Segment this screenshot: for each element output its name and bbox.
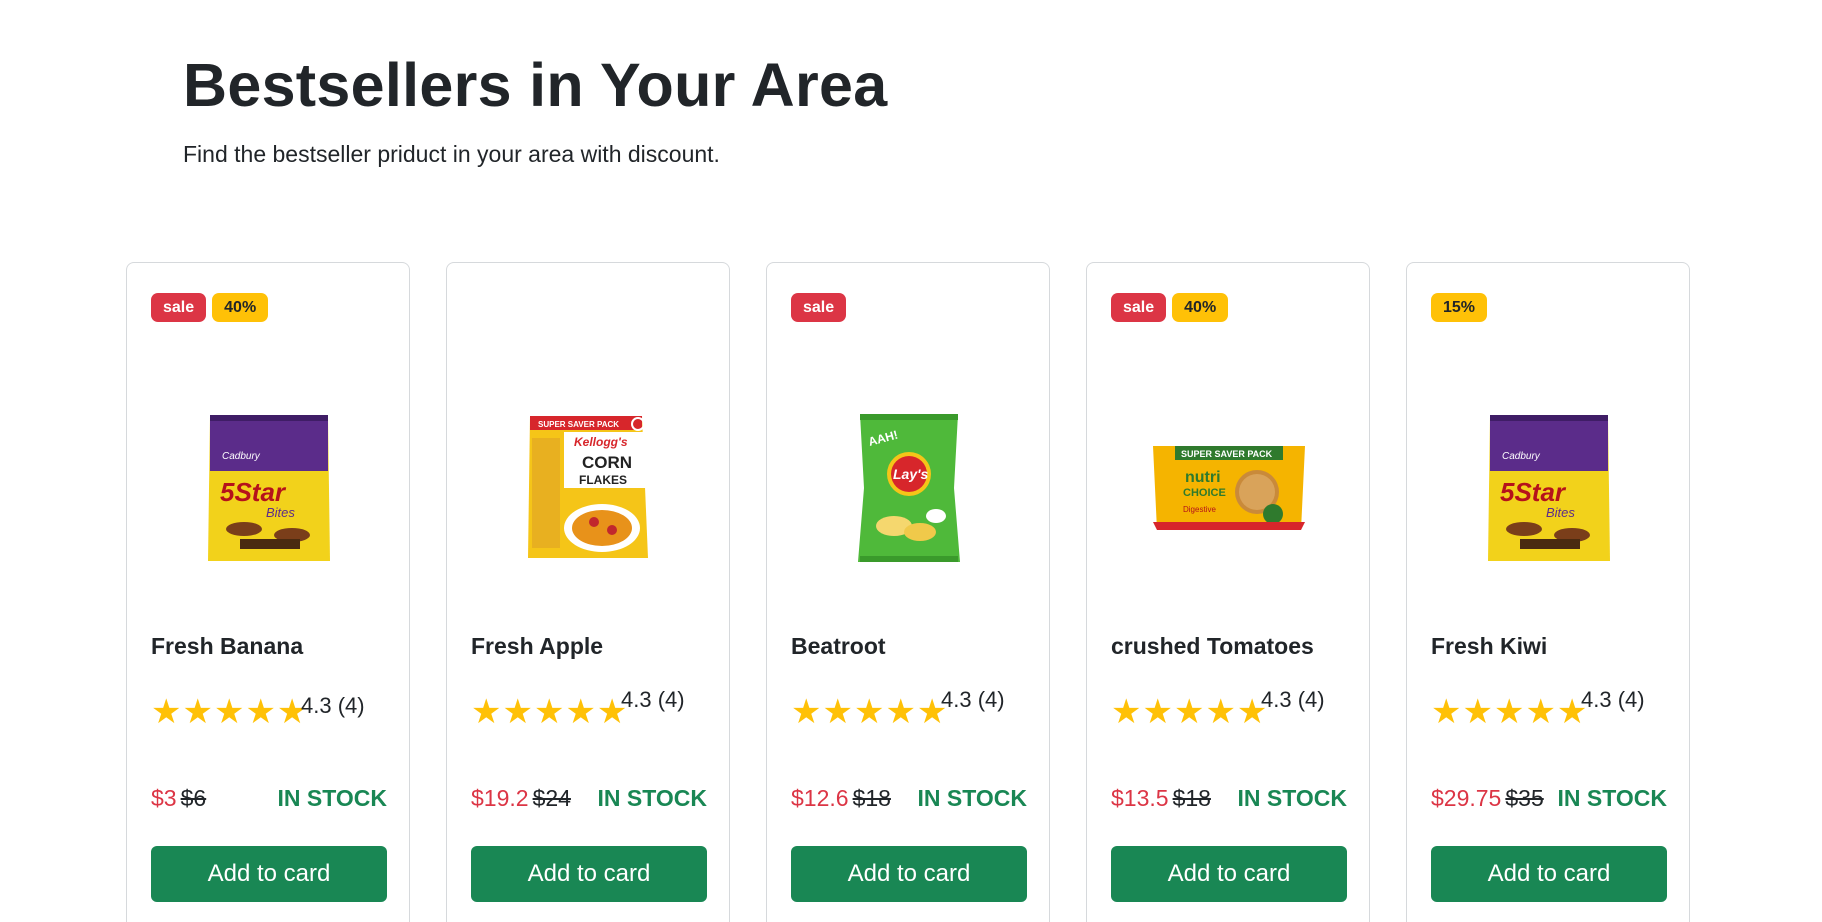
section-header: Bestsellers in Your Area Find the bestse… <box>183 48 888 169</box>
badge-group: sale 40% <box>151 293 269 323</box>
star-rating-icon: ★★★★★ <box>791 692 949 732</box>
product-card: sale 40% SUPER SAVER PACK nutri CHOICE D… <box>1086 262 1370 922</box>
page-title: Bestsellers in Your Area <box>183 51 888 119</box>
badge-group: 15% <box>1431 293 1488 323</box>
add-to-cart-button[interactable]: Add to card <box>1431 846 1667 902</box>
corn-flakes-pack-image: SUPER SAVER PACK Kellogg's CORN FLAKES <box>528 416 648 558</box>
svg-text:nutri: nutri <box>1185 469 1221 486</box>
rating-value: 4.3 (4) <box>1261 687 1325 712</box>
sale-badge: sale <box>151 293 207 322</box>
rating-value: 4.3 (4) <box>301 693 365 718</box>
original-price: $18 <box>852 785 891 811</box>
product-image[interactable]: Cadbury 5Star Bites <box>127 403 411 573</box>
stock-status: IN STOCK <box>597 785 707 811</box>
product-name[interactable]: Fresh Apple <box>471 633 603 660</box>
rating: ★★★★★ 4.3 (4) <box>791 683 1031 733</box>
badge-group: sale <box>791 293 847 323</box>
sale-price: $19.2 <box>471 785 529 811</box>
sale-badge: sale <box>791 293 847 322</box>
product-card: sale 40% Cadbury 5Star Bites Fresh Banan… <box>126 262 410 922</box>
svg-text:Lay's: Lay's <box>893 466 928 482</box>
original-price: $24 <box>532 785 571 811</box>
rating: ★★★★★ 4.3 (4) <box>1431 683 1671 733</box>
product-card: sale AAH! Lay's Beatroot ★★★★★ 4.3 (4) $… <box>766 262 1050 922</box>
add-to-cart-button[interactable]: Add to card <box>151 846 387 902</box>
badge-group: sale 40% <box>1111 293 1229 323</box>
svg-text:Cadbury: Cadbury <box>1502 451 1541 462</box>
star-rating-icon: ★★★★★ <box>1111 692 1269 732</box>
original-price: $6 <box>180 785 207 811</box>
product-image[interactable]: AAH! Lay's <box>767 403 1051 573</box>
stock-status: IN STOCK <box>1557 785 1667 811</box>
bestsellers-page: Bestsellers in Your Area Find the bestse… <box>0 0 1822 922</box>
page-subtitle: Find the bestseller priduct in your area… <box>183 141 720 167</box>
product-name[interactable]: Fresh Kiwi <box>1431 633 1547 660</box>
nutri-choice-pack-image: SUPER SAVER PACK nutri CHOICE Digestive <box>1153 446 1305 530</box>
product-name[interactable]: Beatroot <box>791 633 886 660</box>
add-to-cart-button[interactable]: Add to card <box>471 846 707 902</box>
product-image[interactable]: SUPER SAVER PACK Kellogg's CORN FLAKES <box>447 403 731 573</box>
svg-text:Bites: Bites <box>266 505 295 520</box>
svg-text:FLAKES: FLAKES <box>579 473 627 487</box>
star-rating-icon: ★★★★★ <box>1431 692 1589 732</box>
original-price: $18 <box>1172 785 1211 811</box>
product-image[interactable]: Cadbury 5Star Bites <box>1407 403 1691 573</box>
fivestar-pack-image: Cadbury 5Star Bites <box>208 414 330 561</box>
rating: ★★★★★ 4.3 (4) <box>151 683 391 733</box>
stock-status: IN STOCK <box>1237 785 1347 811</box>
product-card: 15% Cadbury 5Star Bites Fresh Kiwi ★★★★★ <box>1406 262 1690 922</box>
sale-price: $29.75 <box>1431 785 1502 811</box>
svg-text:Kellogg's: Kellogg's <box>574 435 628 449</box>
sale-price: $3 <box>151 785 177 811</box>
fivestar-pack-image: Cadbury 5Star Bites <box>1488 414 1610 561</box>
svg-text:Cadbury: Cadbury <box>222 451 261 462</box>
svg-text:SUPER SAVER PACK: SUPER SAVER PACK <box>1181 449 1273 459</box>
sale-price: $13.5 <box>1111 785 1169 811</box>
product-card: SUPER SAVER PACK Kellogg's CORN FLAKES F… <box>446 262 730 922</box>
star-rating-icon: ★★★★★ <box>151 692 309 732</box>
svg-text:SUPER SAVER PACK: SUPER SAVER PACK <box>538 420 619 429</box>
rating-value: 4.3 (4) <box>941 687 1005 712</box>
add-to-cart-button[interactable]: Add to card <box>791 846 1027 902</box>
sale-price: $12.6 <box>791 785 849 811</box>
svg-text:5Star: 5Star <box>220 477 287 507</box>
sale-badge: sale <box>1111 293 1167 322</box>
rating-value: 4.3 (4) <box>621 687 685 712</box>
product-image[interactable]: SUPER SAVER PACK nutri CHOICE Digestive <box>1087 403 1371 573</box>
price-row: $13.5 $18 IN STOCK <box>1111 785 1347 815</box>
original-price: $35 <box>1505 785 1544 811</box>
lays-chips-pack-image: AAH! Lay's <box>858 414 960 562</box>
product-grid: sale 40% Cadbury 5Star Bites Fresh Banan… <box>126 262 1690 922</box>
svg-text:Digestive: Digestive <box>1183 505 1216 514</box>
price-row: $19.2 $24 IN STOCK <box>471 785 707 815</box>
price-row: $29.75 $35 IN STOCK <box>1431 785 1667 815</box>
discount-badge: 40% <box>1172 293 1229 322</box>
rating: ★★★★★ 4.3 (4) <box>1111 683 1351 733</box>
stock-status: IN STOCK <box>277 785 387 811</box>
discount-badge: 15% <box>1431 293 1488 322</box>
product-name[interactable]: Fresh Banana <box>151 633 303 660</box>
rating-value: 4.3 (4) <box>1581 687 1645 712</box>
rating: ★★★★★ 4.3 (4) <box>471 683 711 733</box>
discount-badge: 40% <box>212 293 269 322</box>
svg-text:5Star: 5Star <box>1500 477 1567 507</box>
product-name[interactable]: crushed Tomatoes <box>1111 633 1314 660</box>
star-rating-icon: ★★★★★ <box>471 692 629 732</box>
svg-text:Bites: Bites <box>1546 505 1575 520</box>
svg-text:CHOICE: CHOICE <box>1183 487 1226 499</box>
add-to-cart-button[interactable]: Add to card <box>1111 846 1347 902</box>
price-row: $3 $6 IN STOCK <box>151 785 387 815</box>
price-row: $12.6 $18 IN STOCK <box>791 785 1027 815</box>
stock-status: IN STOCK <box>917 785 1027 811</box>
svg-text:CORN: CORN <box>582 453 632 472</box>
